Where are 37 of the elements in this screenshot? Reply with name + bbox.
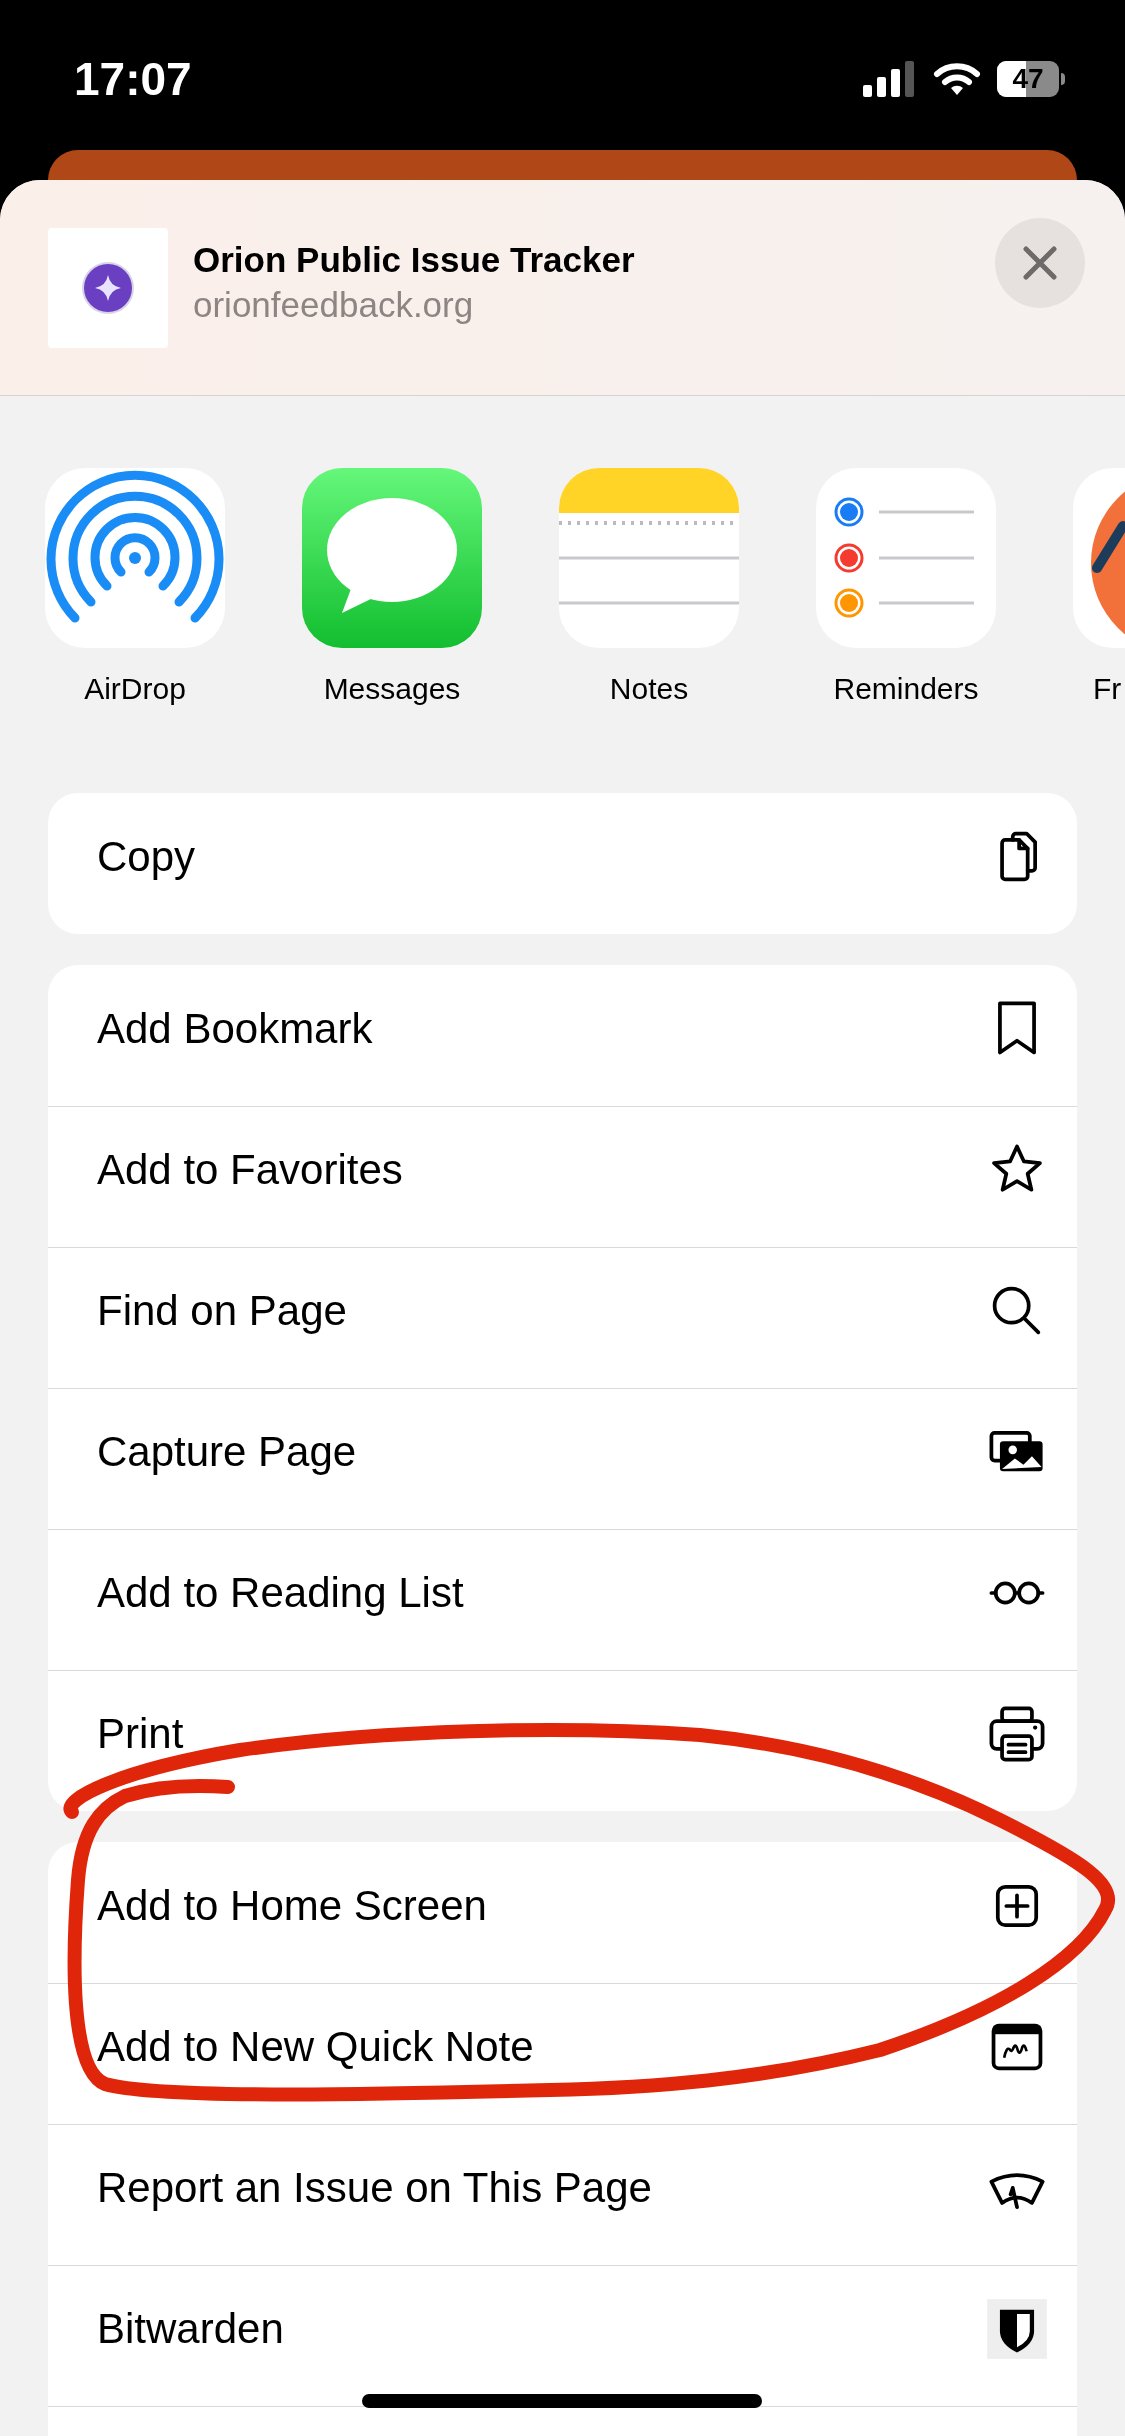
action-label: Find on Page <box>97 1289 347 1333</box>
app-label: Fr <box>1093 671 1122 707</box>
page-url: orionfeedback.org <box>193 284 475 326</box>
action-label: Report an Issue on This Page <box>97 2166 652 2210</box>
site-icon <box>48 228 168 348</box>
action-label: Add to New Quick Note <box>97 2025 534 2069</box>
checklist-icon[interactable] <box>816 468 996 648</box>
action-row[interactable]: Add to Favorites <box>48 1106 1077 1247</box>
app-label: Notes <box>609 671 689 707</box>
action-row[interactable]: Add Bookmark <box>48 965 1077 1106</box>
action-label: Add Bookmark <box>97 1006 373 1051</box>
action-label: Add to Reading List <box>97 1571 464 1615</box>
action-row[interactable]: Add to Home Screen <box>48 1842 1077 1983</box>
action-row[interactable]: Add to Reading List <box>48 1529 1077 1670</box>
shield-icon <box>985 2297 1049 2361</box>
action-row[interactable]: Capture Page <box>48 1388 1077 1529</box>
app-label: Messages <box>323 671 461 707</box>
signal-icon <box>863 61 917 97</box>
action-row[interactable]: Print <box>48 1670 1077 1811</box>
speech-bubble-icon[interactable] <box>302 468 482 648</box>
airdrop-icon[interactable] <box>45 468 225 648</box>
action-row[interactable]: Report an Issue on This Page <box>48 2124 1077 2265</box>
action-label: Copy <box>97 834 196 879</box>
wifi-icon <box>933 61 981 97</box>
action-label: Add to Favorites <box>97 1148 403 1192</box>
app-label: AirDrop <box>84 671 186 707</box>
action-row[interactable]: Copy <box>48 793 1077 934</box>
action-label: Print <box>97 1712 184 1756</box>
page-title: Orion Public Issue Tracker <box>193 239 635 281</box>
close-icon <box>1022 245 1058 281</box>
status-time: 17:07 <box>74 51 192 107</box>
action-label: Bitwarden <box>97 2307 284 2351</box>
action-row[interactable]: Find on Page <box>48 1247 1077 1388</box>
action-row[interactable]: Add to New Quick Note <box>48 1983 1077 2124</box>
action-label: Add to Home Screen <box>97 1883 487 1928</box>
app-label: Reminders <box>833 671 979 707</box>
action-label: Capture Page <box>97 1430 357 1474</box>
